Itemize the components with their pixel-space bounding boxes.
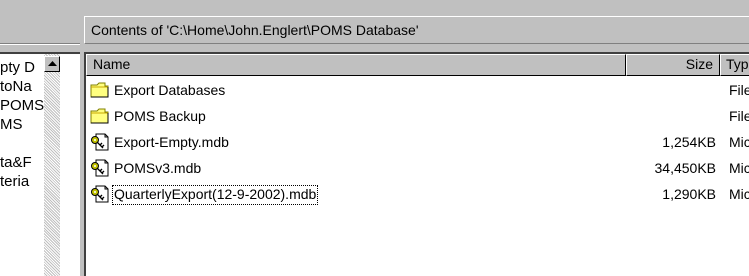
file-name[interactable]: Export Databases [113,82,226,100]
access-db-icon [90,159,110,177]
file-type: File [729,108,749,124]
file-row[interactable]: QuarterlyExport(12-9-2002).mdb 1,290KB Mic [86,182,749,208]
file-size: 34,450KB [654,160,717,176]
contents-title: Contents of 'C:\Home\John.Englert\POMS D… [91,22,419,38]
file-row[interactable]: Export-Empty.mdb 1,254KB Mic [86,130,749,156]
file-type: Mic [729,134,749,150]
folder-tree-header [0,0,80,45]
file-row[interactable]: POMS Backup File [86,104,749,130]
file-type: File [729,82,749,98]
file-size: 1,254KB [662,134,716,150]
column-header-size[interactable]: Size [626,54,720,76]
folder-tree-pane: pty D toNa POMS MS ta&F teria [0,0,80,276]
file-row[interactable]: Export Databases File [86,78,749,104]
folder-tree: pty D toNa POMS MS ta&F teria [0,52,80,276]
contents-header: Contents of 'C:\Home\John.Englert\POMS D… [84,16,749,44]
file-name[interactable]: Export-Empty.mdb [113,134,230,152]
file-name[interactable]: POMS Backup [113,108,207,126]
file-type: Mic [729,186,749,202]
file-name[interactable]: QuarterlyExport(12-9-2002).mdb [111,185,319,205]
file-type: Mic [729,160,749,176]
toolbar-strip [84,0,749,16]
folder-icon [90,107,110,125]
triangle-up-icon [48,61,57,66]
column-header-type[interactable]: Typ [720,54,749,76]
column-header-name[interactable]: Name [86,54,626,76]
file-row[interactable]: POMSv3.mdb 34,450KB Mic [86,156,749,182]
folder-icon [90,81,110,99]
access-db-icon [90,185,110,203]
file-name[interactable]: POMSv3.mdb [113,160,202,178]
scroll-up-button[interactable] [44,56,60,72]
file-rows: Export Databases File POMS Backup File Exp… [86,78,749,208]
vertical-scrollbar[interactable] [44,54,60,276]
file-list-pane: Contents of 'C:\Home\John.Englert\POMS D… [84,0,749,276]
file-size: 1,290KB [662,186,716,202]
file-list: Name Size Typ Export Databases File POMS … [84,52,749,276]
access-db-icon [90,133,110,151]
